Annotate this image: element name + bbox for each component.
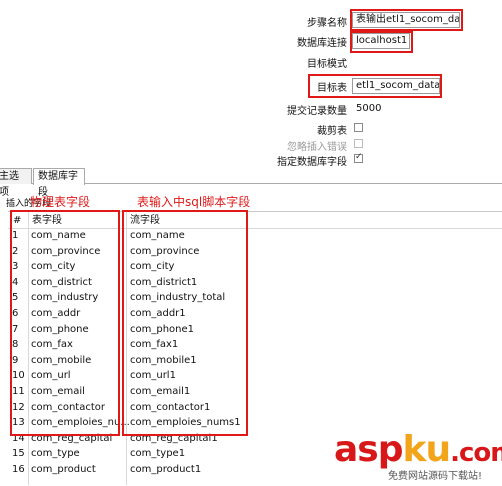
target-schema-label: 目标模式: [307, 59, 347, 70]
step-name-highlight: [350, 9, 463, 31]
specify-fields-checkbox[interactable]: [354, 152, 363, 163]
specify-fields-label: 指定数据库字段: [277, 157, 347, 168]
stream-field-cell[interactable]: com_product1: [130, 464, 201, 475]
stream-field-cell[interactable]: com_type1: [130, 448, 185, 459]
aspku-logo: aspku.com: [334, 429, 502, 470]
stream-field-column-highlight: [122, 210, 248, 436]
ignore-errors-checkbox[interactable]: [354, 139, 363, 148]
connection-highlight: [350, 31, 413, 53]
sql-fields-annotation: 表输入中sql脚本字段: [137, 195, 251, 209]
truncate-label: 裁剪表: [317, 126, 347, 137]
ignore-errors-label: 忽略插入错误: [287, 142, 347, 153]
step-name-label: 步骤名称: [307, 18, 347, 29]
commit-size-input[interactable]: 5000: [352, 101, 502, 117]
row-number: 16: [12, 464, 25, 475]
table-field-column-highlight: [10, 210, 120, 436]
tab-database-fields[interactable]: 数据库字段: [33, 168, 85, 198]
table-field-cell[interactable]: com_type: [31, 448, 80, 459]
truncate-checkbox[interactable]: [354, 123, 363, 132]
commit-size-label: 提交记录数量: [287, 106, 347, 117]
row-number: 15: [12, 448, 25, 460]
connection-label: 数据库连接: [297, 38, 347, 49]
watermark-slogan: 免费网站源码下载站!: [388, 471, 483, 482]
table-row[interactable]: 16 com_product com_product1: [10, 464, 310, 480]
physical-fields-annotation: 物理表字段: [30, 195, 91, 209]
table-row[interactable]: 15 com_type com_type1: [10, 448, 310, 464]
tab-main-options[interactable]: 主选项: [0, 168, 32, 198]
table-field-cell[interactable]: com_product: [31, 464, 96, 475]
target-table-highlight: [308, 74, 442, 98]
